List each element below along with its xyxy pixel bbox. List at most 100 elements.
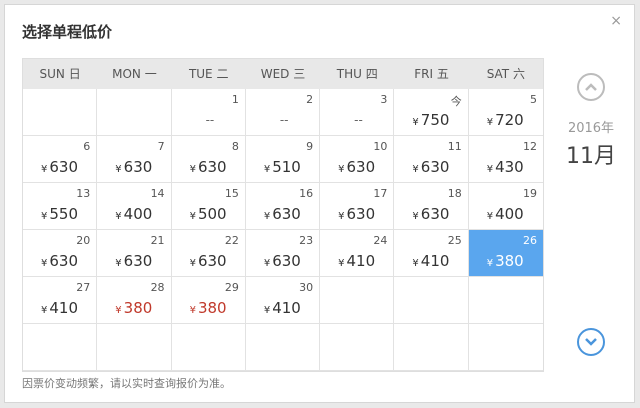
price-label: ¥630: [264, 252, 301, 270]
price-value: 630: [123, 158, 153, 176]
calendar-cell[interactable]: 11 ¥630: [394, 136, 469, 183]
calendar-cell[interactable]: 18 ¥630: [394, 183, 469, 230]
day-number: 今: [450, 95, 462, 108]
price-label: ¥630: [190, 252, 227, 270]
chevron-up-icon: [585, 83, 597, 91]
day-number: 7: [157, 140, 165, 153]
price-value: 630: [346, 205, 376, 223]
calendar-cell[interactable]: 8 ¥630: [171, 136, 246, 183]
calendar-cell[interactable]: 28 ¥380: [97, 277, 172, 324]
calendar-cell: 3 --: [320, 89, 395, 136]
calendar-cell[interactable]: 27 ¥410: [23, 277, 98, 324]
calendar-cell[interactable]: 23 ¥630: [245, 230, 321, 277]
price-value: 380: [495, 252, 524, 270]
calendar-cell[interactable]: 19 ¥400: [468, 183, 543, 230]
day-number: 29: [224, 281, 239, 294]
day-number: 16: [299, 187, 314, 200]
calendar-cell[interactable]: 13 ¥550: [23, 183, 98, 230]
day-number: 24: [373, 234, 388, 247]
price-label: ¥410: [264, 299, 301, 317]
calendar-cell[interactable]: 26 ¥380: [468, 230, 543, 277]
calendar-cell: [97, 324, 172, 371]
calendar-cell[interactable]: 30 ¥410: [245, 277, 321, 324]
price-label: ¥410: [41, 299, 78, 317]
month-navigator: 2016年 11月: [553, 65, 629, 356]
no-price-dash: --: [205, 113, 215, 127]
currency-symbol: ¥: [263, 305, 271, 316]
calendar-cell[interactable]: 17 ¥630: [320, 183, 395, 230]
calendar-cell[interactable]: 20 ¥630: [23, 230, 98, 277]
prev-month-button[interactable]: [577, 73, 605, 101]
day-number: 3: [380, 93, 388, 106]
price-label: ¥400: [115, 205, 152, 223]
currency-symbol: ¥: [263, 211, 271, 222]
day-number: 1: [231, 93, 239, 106]
currency-symbol: ¥: [263, 164, 271, 175]
price-label: ¥400: [487, 205, 524, 223]
price-value: 630: [272, 252, 301, 270]
price-value: 630: [197, 252, 227, 270]
price-label: ¥720: [487, 111, 524, 129]
price-label: ¥630: [115, 158, 152, 176]
currency-symbol: ¥: [189, 211, 196, 222]
price-value: 410: [49, 299, 79, 317]
calendar-cell[interactable]: 29 ¥380: [171, 277, 246, 324]
close-icon[interactable]: ×: [610, 13, 622, 29]
calendar-cell[interactable]: 5 ¥720: [468, 89, 543, 136]
calendar-cell: [394, 277, 469, 324]
calendar-grid: 1 -- 2 -- 3 -- 今 ¥750 5 ¥720 6 ¥630 7 ¥630 8 ¥630 9 ¥510 1…: [23, 89, 543, 371]
day-number: 2: [306, 93, 314, 106]
currency-symbol: ¥: [412, 211, 419, 222]
currency-symbol: ¥: [189, 258, 196, 269]
price-label: ¥630: [338, 205, 375, 223]
price-disclaimer: 因票价变动频繁，请以实时查询报价为准。: [22, 377, 231, 390]
calendar-cell[interactable]: 14 ¥400: [97, 183, 172, 230]
weekday-wed: WED 三: [260, 67, 306, 81]
price-label: ¥500: [190, 205, 227, 223]
calendar-cell[interactable]: 今 ¥750: [394, 89, 469, 136]
price-label: ¥630: [412, 205, 449, 223]
day-number: 19: [522, 187, 537, 200]
weekday-tue: TUE 二: [188, 67, 229, 81]
price-label: ¥630: [264, 205, 301, 223]
calendar-cell[interactable]: 16 ¥630: [245, 183, 321, 230]
currency-symbol: ¥: [41, 164, 48, 175]
day-number: 21: [150, 234, 165, 247]
price-label: ¥750: [412, 111, 449, 129]
calendar-cell[interactable]: 10 ¥630: [320, 136, 395, 183]
price-label: ¥430: [487, 158, 524, 176]
calendar-cell[interactable]: 9 ¥510: [245, 136, 321, 183]
calendar-cell[interactable]: 12 ¥430: [468, 136, 543, 183]
price-label: ¥380: [487, 252, 524, 270]
price-label: ¥630: [338, 158, 375, 176]
currency-symbol: ¥: [338, 258, 345, 269]
price-label: ¥380: [190, 299, 227, 317]
price-label: ¥630: [190, 158, 227, 176]
calendar-cell[interactable]: 7 ¥630: [97, 136, 172, 183]
currency-symbol: ¥: [412, 258, 419, 269]
price-label: ¥410: [412, 252, 449, 270]
chevron-down-icon: [585, 338, 597, 346]
day-number: 13: [76, 187, 91, 200]
next-month-button[interactable]: [577, 328, 605, 356]
price-label: ¥510: [264, 158, 301, 176]
day-number: 26: [522, 234, 537, 247]
month-label: 11月: [566, 144, 616, 169]
fare-calendar-dialog: 选择单程低价 × SUN 日 MON 一 TUE 二 WED 三 THU 四 F…: [4, 4, 635, 403]
calendar-cell[interactable]: 25 ¥410: [394, 230, 469, 277]
weekday-fri: FRI 五: [414, 67, 449, 81]
price-value: 400: [123, 205, 153, 223]
calendar-cell[interactable]: 21 ¥630: [97, 230, 172, 277]
price-value: 630: [49, 158, 79, 176]
price-value: 410: [346, 252, 376, 270]
calendar-cell[interactable]: 6 ¥630: [23, 136, 98, 183]
calendar-cell[interactable]: 15 ¥500: [171, 183, 246, 230]
calendar-cell[interactable]: 22 ¥630: [171, 230, 246, 277]
calendar-cell[interactable]: 24 ¥410: [320, 230, 395, 277]
currency-symbol: ¥: [41, 305, 48, 316]
price-value: 750: [420, 111, 450, 129]
calendar-cell: [320, 277, 395, 324]
currency-symbol: ¥: [338, 164, 345, 175]
day-number: 30: [299, 281, 314, 294]
currency-symbol: ¥: [189, 164, 196, 175]
